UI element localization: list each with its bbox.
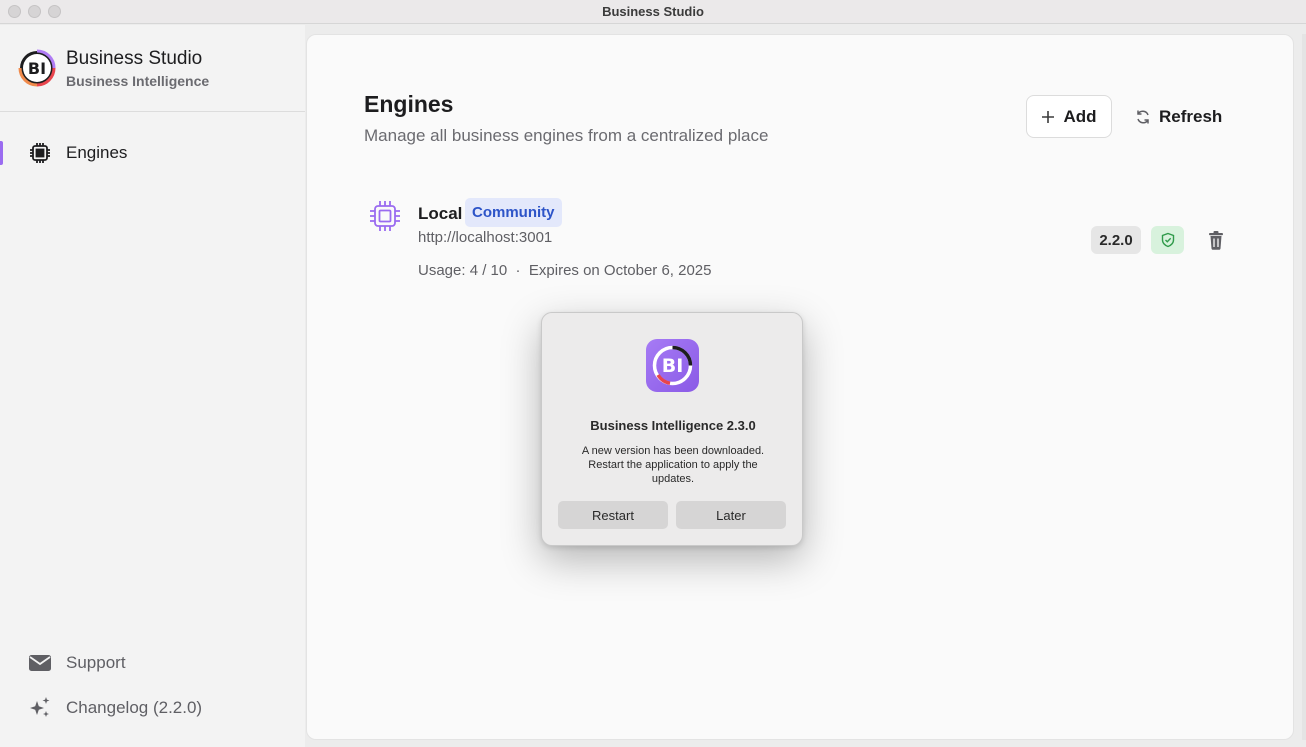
sidebar-divider [0,111,305,112]
engine-usage: Usage: 4 / 10 · Expires on October 6, 20… [418,262,712,279]
sidebar-item-engines[interactable]: Engines [0,135,305,171]
engine-tier-badge: Community [465,198,562,227]
add-label: Add [1063,106,1097,126]
status-badge [1151,226,1184,254]
sidebar-item-changelog[interactable]: Changelog (2.2.0) [0,690,305,726]
sidebar-item-support[interactable]: Support [0,645,305,681]
window-edge [1302,34,1306,740]
app-icon: BI [646,339,699,392]
dialog-message: A new version has been downloaded. Resta… [581,445,765,485]
dialog-title: Business Intelligence 2.3.0 [590,418,756,433]
sidebar-item-label: Engines [66,143,128,162]
sidebar: BI Business Studio Business Intelligence… [0,25,305,747]
restart-button[interactable]: Restart [558,501,668,529]
engine-url: http://localhost:3001 [418,229,553,246]
sparkles-icon [30,697,50,717]
later-button[interactable]: Later [676,501,786,529]
active-indicator [0,141,3,165]
engine-row[interactable]: Local Community http://localhost:3001 Us… [364,195,1234,295]
trash-icon[interactable] [1205,229,1227,251]
cpu-chip-icon [370,201,400,231]
version-badge: 2.2.0 [1091,226,1141,254]
plus-icon [1042,110,1055,123]
shield-check-icon [1161,232,1174,248]
bi-logo-icon: BI [18,49,56,87]
title-bar: Business Studio [0,0,1306,24]
add-engine-button[interactable]: Add [1026,95,1112,138]
sidebar-item-label: Changelog (2.2.0) [66,698,203,717]
refresh-button[interactable]: Refresh [1127,95,1227,138]
window-title: Business Studio [602,4,704,19]
close-window-button[interactable] [8,5,21,18]
update-dialog: BI Business Intelligence 2.3.0 A new ver… [541,312,803,546]
zoom-window-button[interactable] [48,5,61,18]
brand-subtitle: Business Intelligence [66,73,210,89]
logo-text: BI [28,59,46,78]
cpu-chip-icon [30,143,50,163]
sidebar-item-label: Support [66,653,126,672]
brand: BI Business Studio Business Intelligence [17,48,209,89]
window-controls [8,5,61,18]
page-title: Engines [364,91,454,117]
engine-name: Local [418,204,463,223]
minimize-window-button[interactable] [28,5,41,18]
brand-title: Business Studio [66,48,203,69]
refresh-label: Refresh [1159,106,1223,126]
app-icon-text: BI [662,355,684,377]
refresh-icon [1137,109,1149,124]
envelope-icon [29,655,51,671]
page-subtitle: Manage all business engines from a centr… [364,126,769,145]
